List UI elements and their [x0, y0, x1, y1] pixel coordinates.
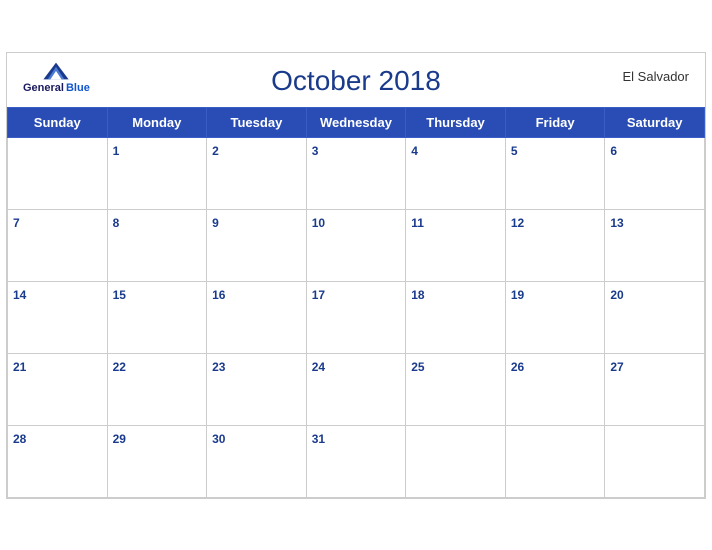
- col-tuesday: Tuesday: [207, 107, 307, 137]
- calendar-container: General Blue October 2018 El Salvador Su…: [6, 52, 706, 499]
- day-number: 31: [312, 432, 325, 446]
- day-number: 5: [511, 144, 518, 158]
- day-number: 15: [113, 288, 126, 302]
- calendar-header: General Blue October 2018 El Salvador: [7, 53, 705, 101]
- day-number: 19: [511, 288, 524, 302]
- calendar-day-cell: 17: [306, 281, 406, 353]
- calendar-body: 1234567891011121314151617181920212223242…: [8, 137, 705, 497]
- day-number: 26: [511, 360, 524, 374]
- day-number: 27: [610, 360, 623, 374]
- day-number: 10: [312, 216, 325, 230]
- calendar-day-cell: 28: [8, 425, 108, 497]
- logo-general-text: General: [23, 82, 64, 94]
- calendar-week-row: 14 15 16 17 18 19 20: [8, 281, 705, 353]
- calendar-day-cell: 31: [306, 425, 406, 497]
- calendar-day-cell: 9: [207, 209, 307, 281]
- calendar-day-cell: [605, 425, 705, 497]
- day-number: 29: [113, 432, 126, 446]
- calendar-day-cell: 5: [505, 137, 605, 209]
- day-number: 13: [610, 216, 623, 230]
- calendar-day-cell: [505, 425, 605, 497]
- calendar-day-cell: 10: [306, 209, 406, 281]
- day-number: 28: [13, 432, 26, 446]
- calendar-week-row: 1 2 3 4 5 6: [8, 137, 705, 209]
- calendar-day-cell: 21: [8, 353, 108, 425]
- calendar-day-cell: 27: [605, 353, 705, 425]
- calendar-day-cell: 24: [306, 353, 406, 425]
- day-number: 2: [212, 144, 219, 158]
- calendar-day-cell: 22: [107, 353, 207, 425]
- calendar-day-cell: 19: [505, 281, 605, 353]
- day-number: 14: [13, 288, 26, 302]
- day-number: 4: [411, 144, 418, 158]
- calendar-week-row: 7 8 9 10 11 12 13: [8, 209, 705, 281]
- country-label: El Salvador: [623, 69, 689, 84]
- calendar-day-cell: 29: [107, 425, 207, 497]
- calendar-day-cell: 25: [406, 353, 506, 425]
- day-number: 7: [13, 216, 20, 230]
- logo-blue-text: Blue: [66, 82, 90, 94]
- day-number: 6: [610, 144, 617, 158]
- calendar-table: Sunday Monday Tuesday Wednesday Thursday…: [7, 107, 705, 498]
- day-number: 21: [13, 360, 26, 374]
- day-number: 9: [212, 216, 219, 230]
- calendar-day-cell: 12: [505, 209, 605, 281]
- calendar-day-cell: 11: [406, 209, 506, 281]
- day-number: 3: [312, 144, 319, 158]
- col-saturday: Saturday: [605, 107, 705, 137]
- calendar-day-cell: 15: [107, 281, 207, 353]
- day-number: 16: [212, 288, 225, 302]
- calendar-day-cell: 7: [8, 209, 108, 281]
- col-wednesday: Wednesday: [306, 107, 406, 137]
- calendar-day-cell: 1: [107, 137, 207, 209]
- day-number: 8: [113, 216, 120, 230]
- logo-area: General Blue: [23, 61, 90, 94]
- col-thursday: Thursday: [406, 107, 506, 137]
- calendar-day-cell: 2: [207, 137, 307, 209]
- calendar-day-cell: [8, 137, 108, 209]
- calendar-day-cell: 26: [505, 353, 605, 425]
- day-number: 22: [113, 360, 126, 374]
- calendar-day-cell: 8: [107, 209, 207, 281]
- day-number: 11: [411, 216, 424, 230]
- day-number: 30: [212, 432, 225, 446]
- calendar-day-cell: 4: [406, 137, 506, 209]
- calendar-day-cell: 30: [207, 425, 307, 497]
- calendar-day-cell: 23: [207, 353, 307, 425]
- col-sunday: Sunday: [8, 107, 108, 137]
- day-number: 23: [212, 360, 225, 374]
- calendar-title: October 2018: [271, 65, 441, 97]
- calendar-day-cell: 16: [207, 281, 307, 353]
- calendar-header-row: Sunday Monday Tuesday Wednesday Thursday…: [8, 107, 705, 137]
- day-number: 1: [113, 144, 120, 158]
- calendar-day-cell: 18: [406, 281, 506, 353]
- day-number: 25: [411, 360, 424, 374]
- day-number: 20: [610, 288, 623, 302]
- day-number: 17: [312, 288, 325, 302]
- generalblue-logo-icon: [42, 61, 70, 81]
- calendar-week-row: 21 22 23 24 25 26 27: [8, 353, 705, 425]
- day-number: 18: [411, 288, 424, 302]
- calendar-day-cell: 13: [605, 209, 705, 281]
- calendar-day-cell: 14: [8, 281, 108, 353]
- calendar-day-cell: 6: [605, 137, 705, 209]
- calendar-day-cell: 20: [605, 281, 705, 353]
- day-number: 24: [312, 360, 325, 374]
- col-monday: Monday: [107, 107, 207, 137]
- day-number: 12: [511, 216, 524, 230]
- calendar-week-row: 28 29 30 31: [8, 425, 705, 497]
- calendar-day-cell: [406, 425, 506, 497]
- calendar-day-cell: 3: [306, 137, 406, 209]
- col-friday: Friday: [505, 107, 605, 137]
